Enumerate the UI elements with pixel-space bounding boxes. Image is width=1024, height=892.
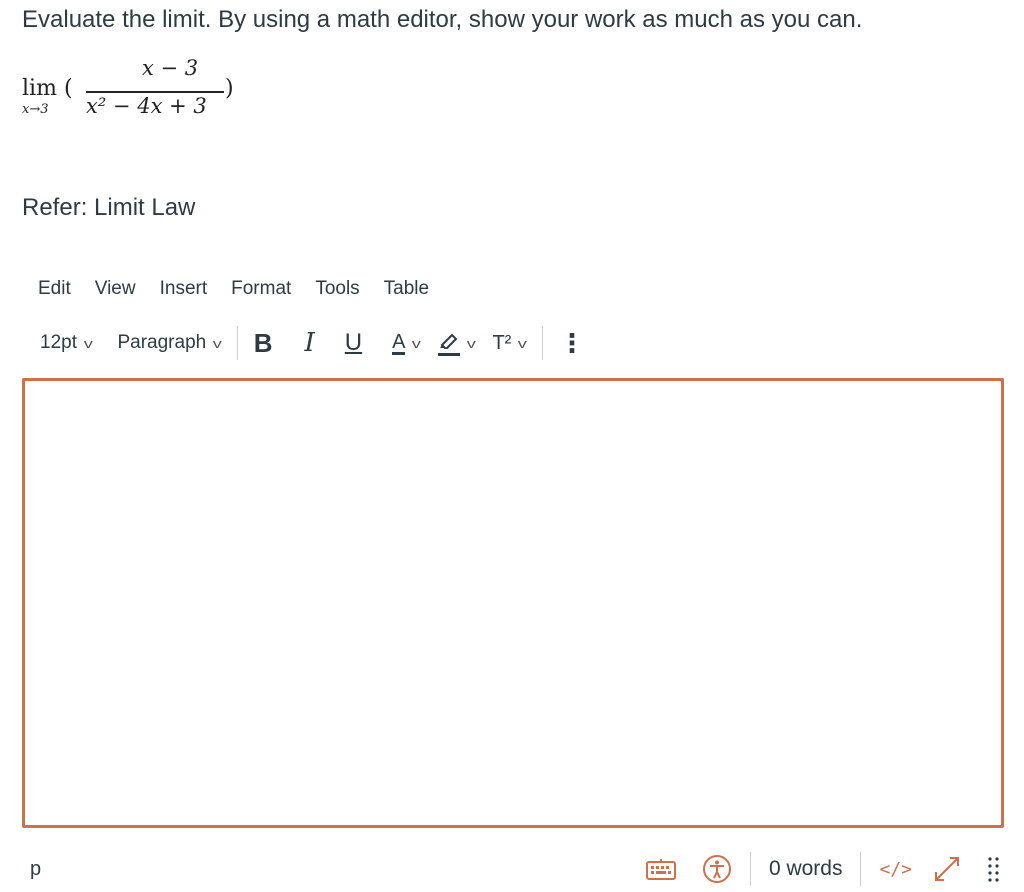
editor-menubar: Edit View Insert Format Tools Table (38, 278, 429, 300)
superscript-icon: T² (492, 331, 512, 354)
close-paren: ) (225, 76, 234, 101)
superscript-button[interactable]: T² v (492, 331, 528, 355)
lim-label: lim (22, 76, 57, 101)
menu-tools[interactable]: Tools (315, 278, 359, 300)
italic-button[interactable]: I (305, 328, 315, 358)
chevron-down-icon: v (412, 335, 422, 351)
fraction-denominator: x² − 4x + 3 (86, 94, 207, 118)
editor-statusbar: p 0 words </> (30, 852, 1000, 886)
open-paren: ( (64, 76, 73, 101)
resize-handle-icon[interactable] (988, 856, 1000, 882)
toolbar-divider (541, 326, 543, 360)
html-editor-toggle[interactable]: </> (879, 859, 912, 880)
word-count[interactable]: 0 words (769, 857, 843, 881)
accessibility-checker-icon[interactable] (702, 854, 732, 884)
font-color-icon: A (392, 330, 406, 355)
chevron-down-icon: v (466, 335, 476, 351)
status-divider (860, 852, 862, 886)
status-divider (749, 852, 751, 886)
editor-toolbar: 12pt v Paragraph v B I U A v v T² v ⋮ (40, 326, 585, 360)
block-format-dropdown[interactable]: Paragraph v (117, 332, 223, 354)
fraction-bar (86, 91, 224, 93)
question-prompt: Evaluate the limit. By using a math edit… (22, 6, 863, 33)
highlight-color-button[interactable]: v (437, 331, 476, 356)
toolbar-divider (236, 326, 238, 360)
chevron-down-icon: v (212, 335, 223, 351)
font-color-button[interactable]: A v (392, 330, 422, 355)
highlighter-icon (437, 331, 460, 356)
font-size-dropdown[interactable]: 12pt v (40, 332, 93, 354)
more-options-button[interactable]: ⋮ (559, 328, 585, 359)
rich-text-editor-area[interactable] (22, 378, 1004, 828)
underline-button[interactable]: U (345, 329, 362, 357)
font-size-value: 12pt (40, 332, 77, 353)
menu-view[interactable]: View (95, 278, 136, 300)
block-format-value: Paragraph (117, 332, 207, 353)
menu-insert[interactable]: Insert (160, 278, 208, 300)
refer-text: Refer: Limit Law (22, 194, 196, 221)
fraction-numerator: x − 3 (142, 56, 199, 80)
lim-subscript: x→3 (22, 102, 49, 117)
menu-format[interactable]: Format (231, 278, 291, 300)
fullscreen-icon[interactable] (932, 854, 962, 884)
menu-edit[interactable]: Edit (38, 278, 71, 300)
element-path[interactable]: p (30, 858, 41, 881)
keyboard-shortcuts-icon[interactable] (645, 858, 676, 880)
menu-table[interactable]: Table (384, 278, 429, 300)
chevron-down-icon: v (83, 335, 93, 351)
chevron-down-icon: v (518, 335, 528, 351)
bold-button[interactable]: B (254, 328, 273, 359)
